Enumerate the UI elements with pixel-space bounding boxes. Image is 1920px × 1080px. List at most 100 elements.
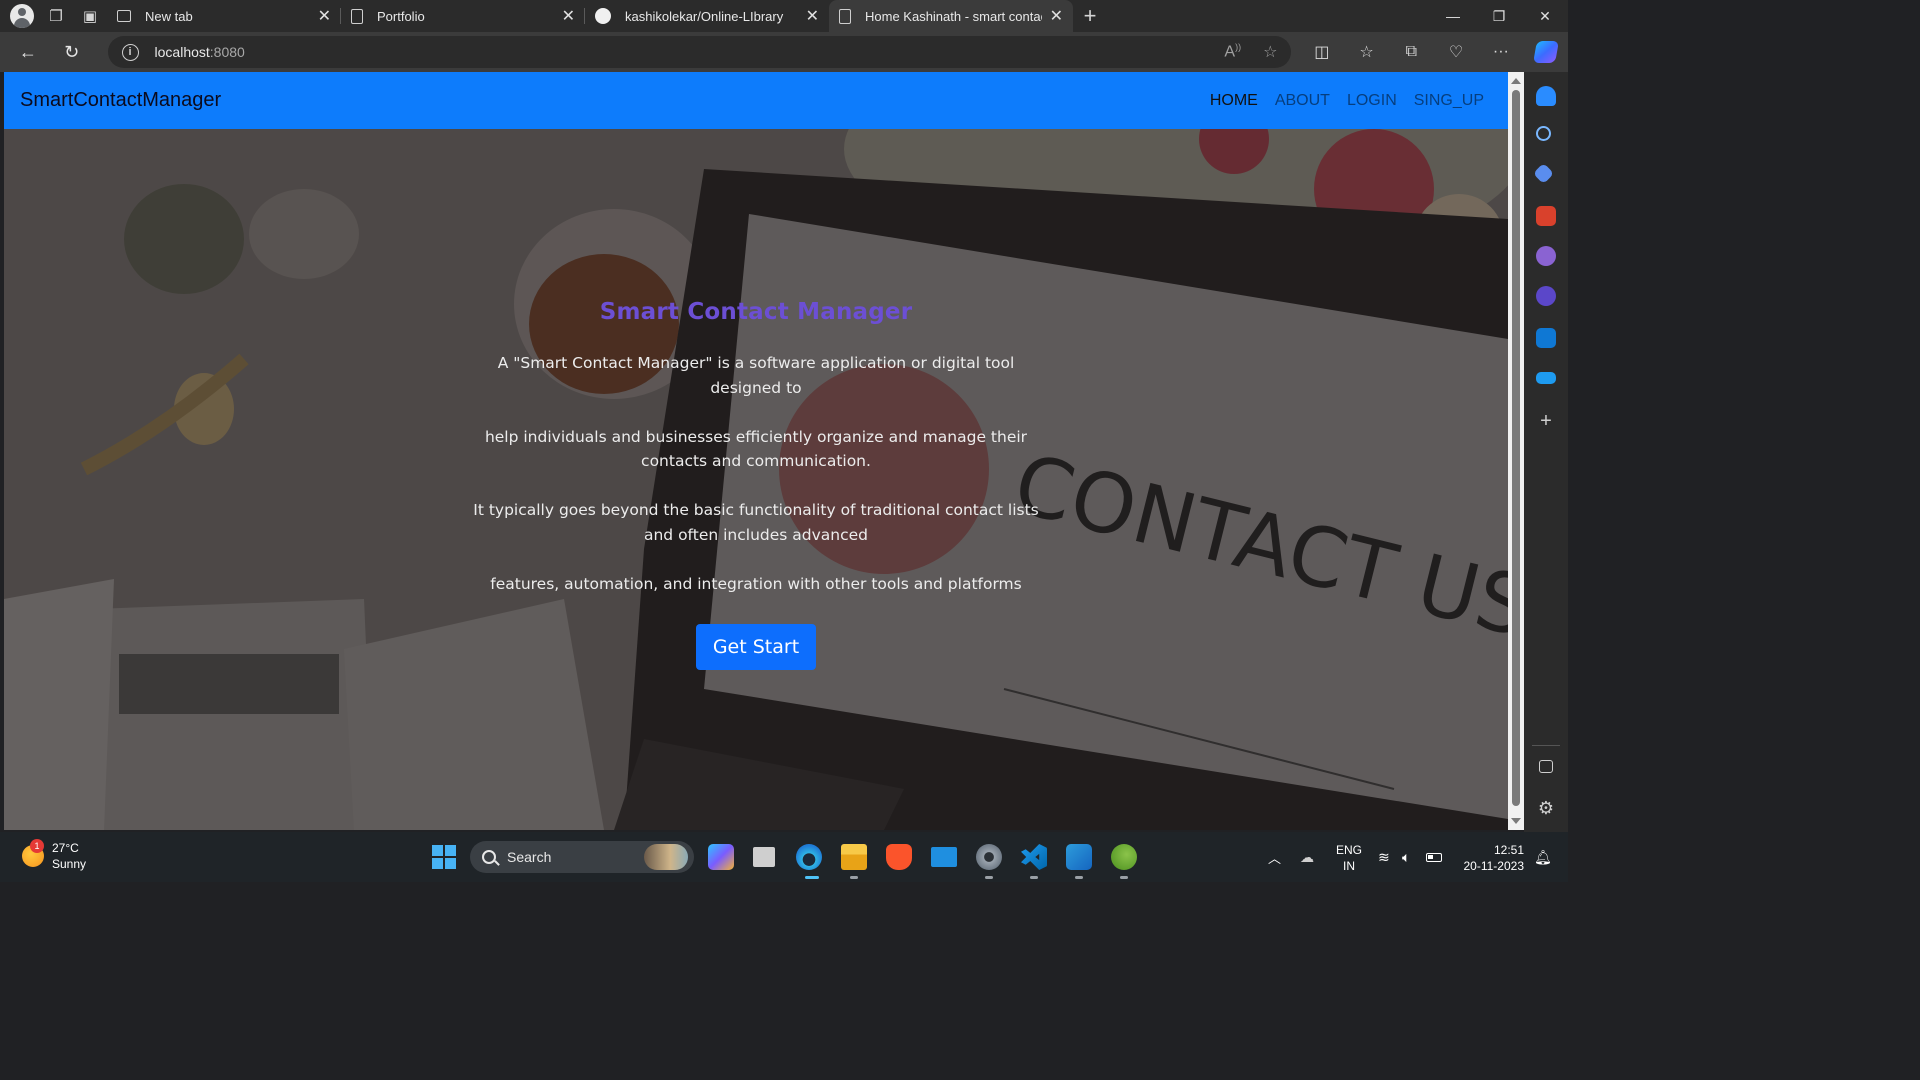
search-highlight-image bbox=[644, 844, 688, 870]
workspaces-icon[interactable]: ❐ bbox=[39, 0, 73, 32]
close-tab-icon[interactable]: ✕ bbox=[806, 6, 819, 26]
vscode-running-indicator bbox=[1030, 876, 1038, 879]
browser-tab-strip: ❐ ▣ New tab ✕ Portfolio ✕ kashikolekar/O… bbox=[0, 0, 1568, 32]
outlook-icon[interactable] bbox=[1536, 328, 1556, 348]
address-bar[interactable]: i localhost:8080 A)) ☆ bbox=[107, 36, 1292, 68]
page-scrollbar[interactable] bbox=[1508, 72, 1524, 830]
sidebar-settings-gear-icon[interactable]: ⚙ bbox=[1536, 798, 1556, 819]
brave-icon[interactable] bbox=[886, 844, 912, 870]
volume-icon[interactable]: 🔈︎ bbox=[1402, 832, 1410, 882]
browser-essentials-icon[interactable]: ♡ bbox=[1434, 32, 1479, 72]
tab-new-tab[interactable]: New tab ✕ bbox=[107, 0, 341, 32]
split-screen-icon[interactable]: ◫ bbox=[1299, 32, 1344, 72]
vscode-icon[interactable] bbox=[1021, 844, 1047, 870]
paint-icon[interactable] bbox=[1066, 844, 1092, 870]
hero-paragraph-1: A "Smart Contact Manager" is a software … bbox=[497, 354, 1015, 397]
back-arrow-icon[interactable]: ← bbox=[6, 32, 50, 72]
notification-center-icon[interactable]: 🔔︎ bbox=[1534, 832, 1552, 882]
language-indicator[interactable]: ENG IN bbox=[1336, 842, 1362, 874]
onedrive-offline-cloud-icon[interactable]: ☁ bbox=[1300, 832, 1314, 882]
nav-login-link[interactable]: LOGIN bbox=[1347, 92, 1397, 110]
clock-time: 12:51 bbox=[1493, 843, 1524, 857]
profile-avatar-icon[interactable] bbox=[10, 4, 34, 28]
task-view-icon[interactable] bbox=[753, 847, 775, 867]
windows-taskbar: 1 27°C Sunny Search ︿ ☁ ENG IN ≋ 🔈︎ 12:51… bbox=[0, 832, 1568, 882]
close-tab-icon[interactable]: ✕ bbox=[1050, 6, 1063, 26]
paint-running-indicator bbox=[1075, 876, 1083, 879]
nav-about-link[interactable]: ABOUT bbox=[1275, 92, 1330, 110]
scrollbar-thumb[interactable] bbox=[1512, 90, 1520, 806]
notification-bell-icon[interactable] bbox=[1536, 86, 1556, 106]
site-navbar: SmartContactManager HOME ABOUT LOGIN SIN… bbox=[4, 72, 1508, 129]
hero-banner: CONTACT US Smart Contact Manager A "Smar… bbox=[4, 129, 1508, 830]
mail-icon[interactable] bbox=[931, 847, 957, 867]
tab-github-online-library[interactable]: kashikolekar/Online-LIbrary ✕ bbox=[585, 0, 829, 32]
sunny-weather-icon: 1 bbox=[22, 839, 44, 867]
show-hidden-icons-chevron-icon[interactable]: ︿ bbox=[1268, 832, 1281, 882]
tools-icon[interactable] bbox=[1536, 206, 1556, 226]
tab-home-smart-contact[interactable]: Home Kashinath - smart contact ✕ bbox=[829, 0, 1073, 32]
hero-paragraph-2: help individuals and businesses efficien… bbox=[484, 427, 1028, 471]
notification-badge: 1 bbox=[30, 839, 44, 853]
microsoft-365-icon[interactable] bbox=[1536, 286, 1556, 306]
hero-title: Smart Contact Manager bbox=[599, 299, 913, 325]
document-icon bbox=[351, 8, 363, 24]
drop-icon[interactable] bbox=[1536, 372, 1556, 384]
system-clock[interactable]: 12:51 20-11-2023 bbox=[1458, 842, 1525, 874]
new-tab-button[interactable]: + bbox=[1073, 3, 1107, 29]
brand-link[interactable]: SmartContactManager bbox=[20, 89, 221, 112]
language-code: ENG bbox=[1336, 843, 1363, 857]
new-tab-page-icon bbox=[117, 10, 131, 22]
browser-toolbar: ← ↻ i localhost:8080 A)) ☆ ◫ ☆ ⧉ ♡ ··· bbox=[0, 32, 1568, 72]
get-start-button[interactable]: Get Start bbox=[695, 623, 817, 670]
hero-paragraph-3: It typically goes beyond the basic funct… bbox=[473, 501, 1039, 544]
favorite-star-icon[interactable]: ☆ bbox=[1263, 42, 1277, 62]
scroll-down-arrow-icon[interactable] bbox=[1511, 818, 1521, 824]
scroll-up-arrow-icon[interactable] bbox=[1511, 78, 1521, 84]
taskbar-search-box[interactable]: Search bbox=[470, 841, 694, 873]
wifi-icon[interactable]: ≋ bbox=[1378, 832, 1390, 882]
hero-paragraph-4: features, automation, and integration wi… bbox=[490, 574, 1022, 593]
edge-running-indicator bbox=[805, 876, 819, 879]
more-menu-icon[interactable]: ··· bbox=[1478, 32, 1523, 72]
games-icon[interactable] bbox=[1536, 246, 1556, 266]
hide-sidebar-icon[interactable] bbox=[1539, 760, 1553, 773]
file-explorer-icon[interactable] bbox=[841, 844, 867, 870]
settings-running-indicator bbox=[985, 876, 993, 879]
tab-actions-icon[interactable]: ▣ bbox=[73, 0, 107, 32]
restore-icon[interactable]: ❐ bbox=[1476, 0, 1522, 32]
url-text: localhost:8080 bbox=[154, 44, 245, 60]
edge-sidebar: + ⚙ bbox=[1524, 72, 1568, 832]
copilot-pre-icon[interactable] bbox=[708, 844, 734, 870]
explorer-running-indicator bbox=[850, 876, 858, 879]
tab-portfolio[interactable]: Portfolio ✕ bbox=[341, 0, 585, 32]
start-icon[interactable] bbox=[432, 845, 456, 869]
close-window-icon[interactable]: ✕ bbox=[1522, 0, 1568, 32]
weather-widget[interactable]: 1 27°C Sunny bbox=[22, 839, 86, 872]
nav-home-link[interactable]: HOME bbox=[1210, 92, 1258, 110]
collections-icon[interactable]: ⧉ bbox=[1389, 32, 1434, 72]
search-icon[interactable] bbox=[1536, 126, 1551, 141]
add-sidebar-app-icon[interactable]: + bbox=[1536, 410, 1556, 433]
region-code: IN bbox=[1343, 859, 1355, 873]
site-info-icon[interactable]: i bbox=[121, 43, 139, 61]
edge-icon[interactable] bbox=[796, 844, 822, 870]
battery-icon[interactable] bbox=[1426, 832, 1442, 882]
copilot-icon[interactable] bbox=[1523, 32, 1568, 72]
close-tab-icon[interactable]: ✕ bbox=[318, 6, 331, 26]
hero-content: Smart Contact Manager A "Smart Contact M… bbox=[466, 299, 1046, 670]
sts-running-indicator bbox=[1120, 876, 1128, 879]
read-aloud-icon[interactable]: A)) bbox=[1224, 42, 1241, 61]
favorites-icon[interactable]: ☆ bbox=[1344, 32, 1389, 72]
nav-signup-link[interactable]: SING_UP bbox=[1414, 92, 1484, 110]
site-nav-links: HOME ABOUT LOGIN SING_UP bbox=[1210, 92, 1492, 110]
spring-tool-suite-icon[interactable] bbox=[1111, 844, 1137, 870]
shopping-tag-icon[interactable] bbox=[1532, 162, 1555, 185]
refresh-icon[interactable]: ↻ bbox=[50, 32, 94, 72]
close-tab-icon[interactable]: ✕ bbox=[562, 6, 575, 26]
document-icon bbox=[839, 8, 851, 24]
settings-icon[interactable] bbox=[976, 844, 1002, 870]
taskbar-search-placeholder: Search bbox=[507, 849, 552, 865]
minimize-icon[interactable]: — bbox=[1430, 0, 1476, 32]
clock-date: 20-11-2023 bbox=[1463, 859, 1525, 873]
